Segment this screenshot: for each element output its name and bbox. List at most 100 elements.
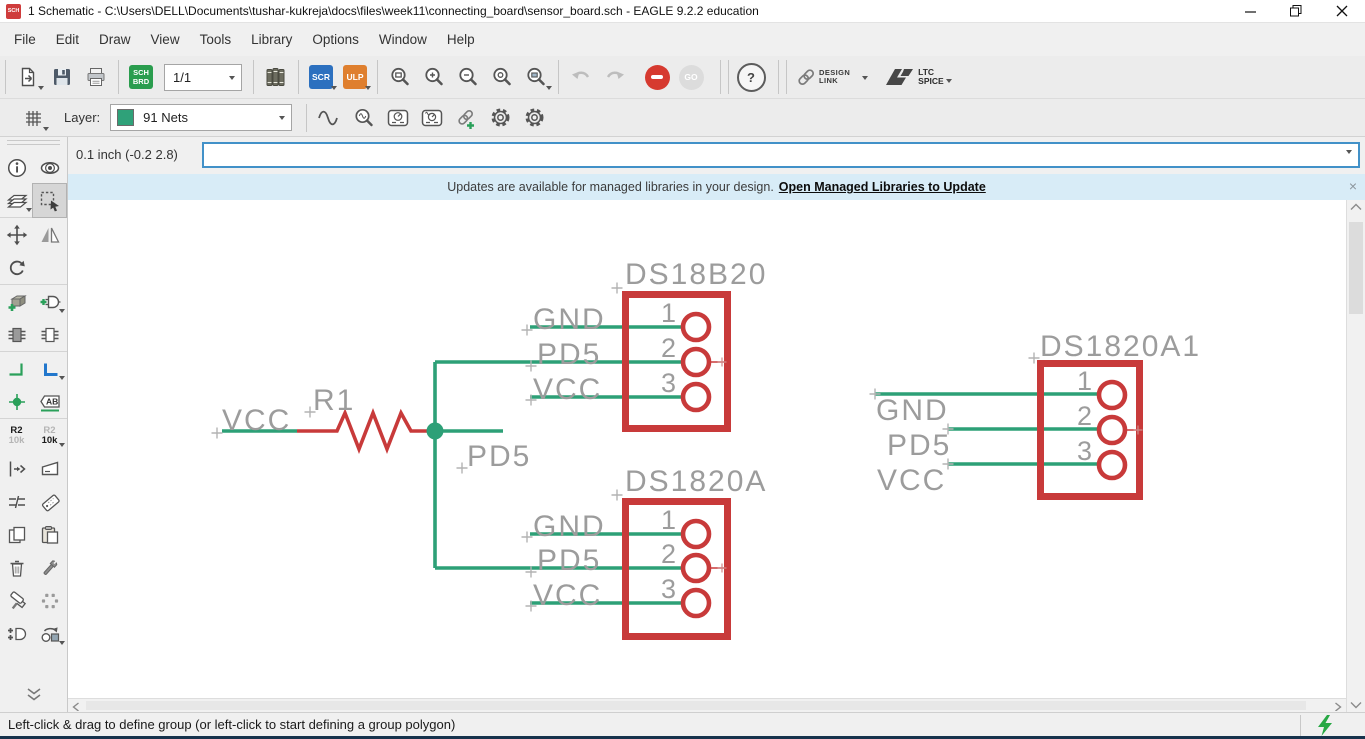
new-document-button[interactable] xyxy=(11,59,45,95)
errors-tool[interactable] xyxy=(0,617,33,650)
run-script-button[interactable]: SCR xyxy=(304,59,338,95)
dropdown-caret-icon xyxy=(59,376,65,383)
open-managed-libraries-link[interactable]: Open Managed Libraries to Update xyxy=(779,180,986,194)
minimize-button[interactable] xyxy=(1227,0,1273,22)
horizontal-scrollbar[interactable] xyxy=(68,698,1346,712)
scroll-left-icon[interactable] xyxy=(72,702,80,711)
scroll-down-icon[interactable] xyxy=(1350,701,1362,709)
zoom-select-button[interactable] xyxy=(519,59,553,95)
show-tool[interactable] xyxy=(33,151,66,184)
close-button[interactable] xyxy=(1319,0,1365,22)
value-tool[interactable]: R2 10k xyxy=(33,419,66,452)
menu-file[interactable]: File xyxy=(4,32,46,47)
vertical-scrollbar[interactable] xyxy=(1346,200,1365,712)
design-link-button[interactable]: DESIGN LINK xyxy=(792,59,872,95)
grid-button[interactable] xyxy=(16,100,50,136)
pinswap-tool[interactable] xyxy=(0,318,33,351)
go-button[interactable]: GO xyxy=(674,59,708,95)
component-ds1820a[interactable]: DS1820A 1 2 3 xyxy=(622,465,767,640)
label-tool[interactable]: AB xyxy=(33,385,66,418)
print-button[interactable] xyxy=(79,59,113,95)
palette-expand-button[interactable] xyxy=(0,687,67,702)
run-ulp-button[interactable]: ULP xyxy=(338,59,372,95)
zoom-in-button[interactable] xyxy=(417,59,451,95)
net-label-vcc[interactable]: VCC xyxy=(222,404,291,437)
undo-button[interactable] xyxy=(564,59,598,95)
horizontal-scroll-thumb[interactable] xyxy=(86,701,1306,710)
ltc-spice-button[interactable]: LTC SPICE xyxy=(878,59,958,95)
net-label-pd5[interactable]: PD5 xyxy=(467,440,531,473)
menu-tools[interactable]: Tools xyxy=(190,32,242,47)
menu-edit[interactable]: Edit xyxy=(46,32,89,47)
schematic-canvas[interactable]: DS18B20 1 2 3 GND PD5 VCC DS1820A 1 2 3 … xyxy=(68,200,1346,698)
add-link-button[interactable] xyxy=(449,100,483,136)
change-tool[interactable] xyxy=(33,551,66,584)
ratsnest-tool[interactable] xyxy=(33,584,66,617)
zoom-fit-button[interactable] xyxy=(383,59,417,95)
net-tool[interactable] xyxy=(0,352,33,385)
add-part-tool[interactable] xyxy=(0,285,33,318)
sheet-selector[interactable]: 1/1 xyxy=(164,63,242,91)
resistor-r1[interactable] xyxy=(297,408,433,454)
wavemeter-button[interactable] xyxy=(415,100,449,136)
component-ds1820a1[interactable]: DS1820A1 1 2 3 xyxy=(1037,330,1201,500)
rotate-tool[interactable] xyxy=(0,251,33,284)
component-name[interactable]: DS1820A xyxy=(625,465,767,498)
resistor-name-label[interactable]: R1 xyxy=(313,384,355,417)
save-button[interactable] xyxy=(45,59,79,95)
info-tool[interactable] xyxy=(0,151,33,184)
probe-button[interactable] xyxy=(347,100,381,136)
voltmeter-button[interactable] xyxy=(381,100,415,136)
ds1820a1-net-labels[interactable]: GND PD5 VCC xyxy=(876,394,951,497)
component-name[interactable]: DS18B20 xyxy=(625,258,767,291)
redo-button[interactable] xyxy=(598,59,632,95)
add-gate-tool[interactable] xyxy=(33,285,66,318)
menu-window[interactable]: Window xyxy=(369,32,437,47)
invoke-tool[interactable] xyxy=(0,452,33,485)
component-ds18b20[interactable]: DS18B20 1 2 3 xyxy=(622,258,767,432)
junction-dot[interactable] xyxy=(426,422,444,440)
restore-button[interactable] xyxy=(1273,0,1319,22)
svg-text:3: 3 xyxy=(661,574,678,604)
paste-tool[interactable] xyxy=(33,518,66,551)
menu-help[interactable]: Help xyxy=(437,32,485,47)
name-tool[interactable]: R2 10k xyxy=(0,419,33,452)
group-select-tool[interactable] xyxy=(32,183,67,218)
zoom-redraw-button[interactable] xyxy=(485,59,519,95)
help-button[interactable]: ? xyxy=(734,59,768,95)
paint-tool[interactable] xyxy=(0,584,33,617)
junction-tool[interactable] xyxy=(0,385,33,418)
delete-tool[interactable] xyxy=(0,551,33,584)
menu-draw[interactable]: Draw xyxy=(89,32,141,47)
copy-tool[interactable] xyxy=(0,518,33,551)
open-board-button[interactable]: SCH BRD xyxy=(124,59,158,95)
attribute-tool[interactable] xyxy=(33,485,66,518)
settings-gear-button[interactable] xyxy=(483,100,517,136)
gateswap-tool[interactable] xyxy=(33,318,66,351)
split-tool[interactable] xyxy=(0,485,33,518)
library-button[interactable] xyxy=(259,59,293,95)
spice-settings-button[interactable] xyxy=(517,100,551,136)
convert-tool[interactable] xyxy=(33,617,66,650)
menu-library[interactable]: Library xyxy=(241,32,302,47)
simulate-button[interactable] xyxy=(313,100,347,136)
mirror-tool[interactable] xyxy=(33,218,66,251)
ds18b20-net-labels[interactable]: GND PD5 VCC xyxy=(533,303,606,406)
banner-close-icon[interactable]: × xyxy=(1349,178,1357,194)
scroll-up-icon[interactable] xyxy=(1350,203,1362,211)
scroll-right-icon[interactable] xyxy=(1334,702,1342,711)
component-name[interactable]: DS1820A1 xyxy=(1040,330,1201,363)
bus-tool[interactable] xyxy=(33,352,66,385)
zoom-out-button[interactable] xyxy=(451,59,485,95)
command-input[interactable] xyxy=(204,144,1346,166)
menu-view[interactable]: View xyxy=(141,32,190,47)
move-tool[interactable] xyxy=(0,218,33,251)
layer-selector[interactable]: 91 Nets xyxy=(110,104,293,131)
stop-button[interactable] xyxy=(640,59,674,95)
display-layers-tool[interactable] xyxy=(0,184,33,217)
menu-options[interactable]: Options xyxy=(302,32,369,47)
polygon-tool[interactable] xyxy=(33,452,66,485)
status-separator xyxy=(1300,715,1301,736)
ds1820a-net-labels[interactable]: GND PD5 VCC xyxy=(533,510,606,612)
vertical-scroll-thumb[interactable] xyxy=(1349,222,1363,314)
